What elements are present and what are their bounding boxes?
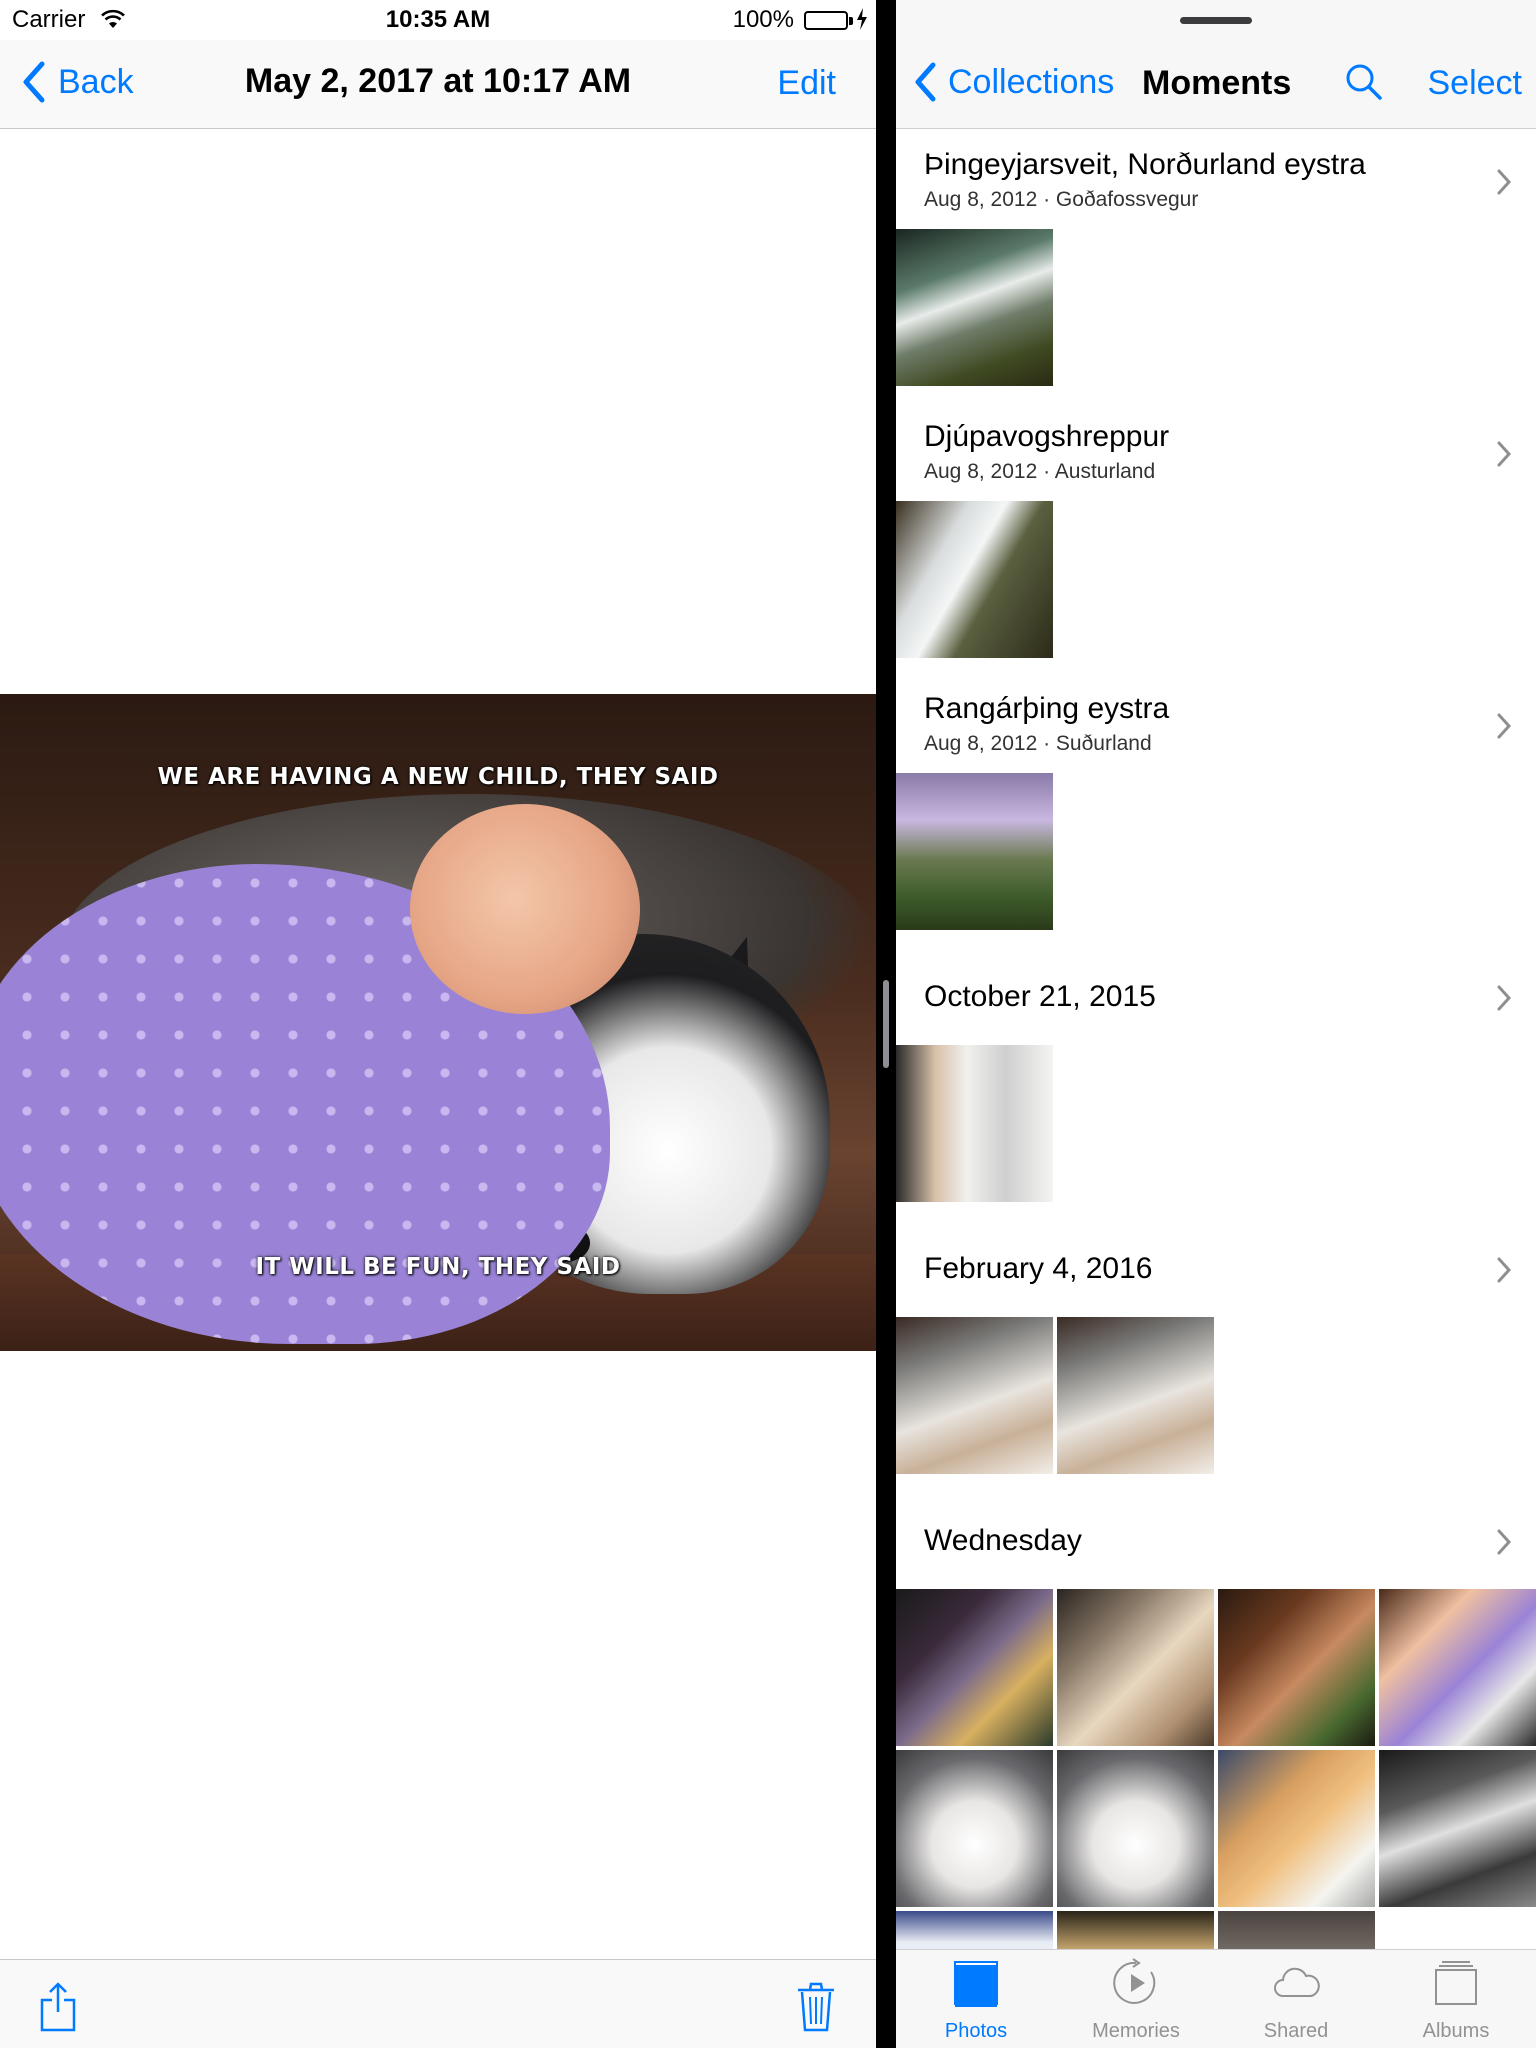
moment-title: Þingeyjarsveit, Norðurland eystra xyxy=(924,148,1366,181)
moments-app: Collections Moments Select Þingeyjarsvei… xyxy=(896,0,1536,2048)
photo-thumbnail[interactable] xyxy=(896,1750,1053,1907)
photo-thumbnail[interactable] xyxy=(896,1589,1053,1746)
tab-memories[interactable]: Memories xyxy=(1056,1950,1216,2048)
split-view-divider[interactable] xyxy=(876,0,896,2048)
moment-subtitle: Aug 8, 2012 · Suðurland xyxy=(924,732,1152,755)
status-bar: Carrier 10:35 AM 100% xyxy=(0,0,876,40)
tab-label: Photos xyxy=(944,2020,1008,2042)
battery-icon xyxy=(804,11,848,30)
photo-thumbnail[interactable] xyxy=(1379,1589,1536,1746)
select-button[interactable]: Select xyxy=(1428,64,1523,103)
tab-albums[interactable]: Albums xyxy=(1376,1950,1536,2048)
battery-tip xyxy=(849,17,853,25)
moment-title: February 4, 2016 xyxy=(924,1252,1153,1285)
photo-thumbnail[interactable] xyxy=(1218,1589,1375,1746)
chevron-right-icon xyxy=(1497,1257,1512,1283)
tab-label: Memories xyxy=(1092,2020,1180,2042)
meme-bottom-caption: IT WILL BE FUN, THEY SAID xyxy=(255,1254,621,1280)
photos-icon xyxy=(954,1961,998,2007)
photo-view[interactable]: WE ARE HAVING A NEW CHILD, THEY SAID IT … xyxy=(0,694,876,1351)
collections-label: Collections xyxy=(948,62,1115,101)
back-button[interactable]: Back xyxy=(20,58,134,106)
memories-icon xyxy=(1113,1958,1156,2004)
tab-label: Albums xyxy=(1422,2020,1490,2042)
tab-photos[interactable]: Photos xyxy=(896,1950,1056,2048)
moment-header[interactable]: Rangárþing eystra Aug 8, 2012 · Suðurlan… xyxy=(896,672,1536,772)
divider-handle[interactable] xyxy=(883,980,889,1068)
tab-label: Shared xyxy=(1263,2020,1329,2042)
chevron-left-icon xyxy=(915,62,936,102)
collections-back-button[interactable]: Collections xyxy=(912,58,1114,106)
photo-thumbnail[interactable] xyxy=(1218,1750,1375,1907)
albums-icon xyxy=(1435,1961,1477,2005)
detail-nav-bar: Back May 2, 2017 at 10:17 AM Edit xyxy=(0,40,876,129)
photo-thumbnail[interactable] xyxy=(896,501,1053,658)
chevron-right-icon xyxy=(1497,1529,1512,1555)
moments-nav-bar: Collections Moments Select xyxy=(896,0,1536,129)
trash-icon[interactable] xyxy=(796,1980,836,2034)
moment-title: Rangárþing eystra xyxy=(924,692,1170,725)
photo-baby-head xyxy=(410,804,640,1014)
edit-button[interactable]: Edit xyxy=(777,64,836,103)
moment-title: Djúpavogshreppur xyxy=(924,420,1170,453)
moments-title: Moments xyxy=(1142,64,1292,102)
tab-bar: Photos Memories Shared Albums xyxy=(896,1949,1536,2048)
slide-over-grabber[interactable] xyxy=(1180,17,1252,24)
photo-thumbnail[interactable] xyxy=(896,773,1053,930)
photo-thumbnail[interactable] xyxy=(896,1317,1053,1474)
chevron-left-icon xyxy=(23,61,45,103)
moment-header[interactable]: Djúpavogshreppur Aug 8, 2012 · Austurlan… xyxy=(896,400,1536,500)
photo-detail-app: Carrier 10:35 AM 100% Back May 2, 2017 a… xyxy=(0,0,876,2048)
tab-shared[interactable]: Shared xyxy=(1216,1950,1376,2048)
charging-bolt-icon xyxy=(857,8,867,30)
share-icon[interactable] xyxy=(38,1980,78,2034)
moment-header[interactable]: October 21, 2015 xyxy=(896,944,1536,1044)
photo-thumbnail[interactable] xyxy=(1057,1750,1214,1907)
moment-header[interactable]: February 4, 2016 xyxy=(896,1216,1536,1316)
meme-top-caption: WE ARE HAVING A NEW CHILD, THEY SAID xyxy=(157,764,719,790)
moment-header[interactable]: Þingeyjarsveit, Norðurland eystra Aug 8,… xyxy=(896,128,1536,228)
search-icon[interactable] xyxy=(1344,62,1384,102)
moment-title: October 21, 2015 xyxy=(924,980,1156,1013)
chevron-right-icon xyxy=(1497,169,1512,195)
photo-thumbnail[interactable] xyxy=(896,229,1053,386)
chevron-right-icon xyxy=(1497,985,1512,1011)
battery-percent: 100% xyxy=(732,6,794,33)
chevron-right-icon xyxy=(1497,713,1512,739)
back-label: Back xyxy=(58,62,134,101)
moment-subtitle: Aug 8, 2012 · Goðafossvegur xyxy=(924,188,1199,211)
moment-subtitle: Aug 8, 2012 · Austurland xyxy=(924,460,1156,483)
detail-toolbar xyxy=(0,1959,876,2048)
cloud-icon xyxy=(1274,1967,1320,1997)
moment-title: Wednesday xyxy=(924,1524,1082,1557)
photo-thumbnail[interactable] xyxy=(1057,1589,1214,1746)
photo-thumbnail[interactable] xyxy=(1379,1750,1536,1907)
moment-header[interactable]: Wednesday xyxy=(896,1488,1536,1588)
chevron-right-icon xyxy=(1497,441,1512,467)
photo-thumbnail[interactable] xyxy=(896,1045,1053,1202)
photo-thumbnail[interactable] xyxy=(1057,1317,1214,1474)
